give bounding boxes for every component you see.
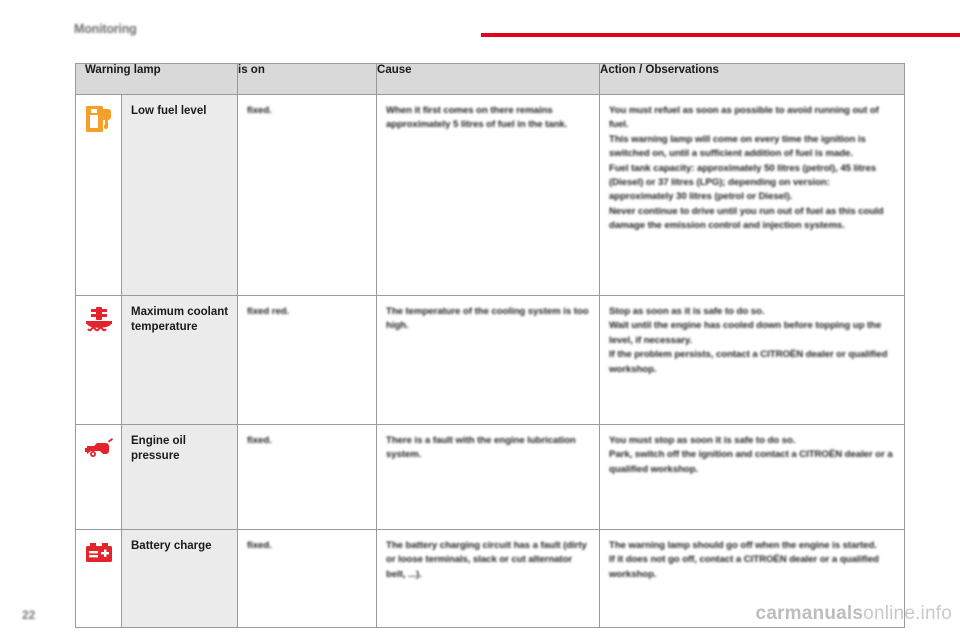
warning-lamp-cause: The battery charging circuit has a fault… xyxy=(376,529,601,628)
warning-lamp-name: Battery charge xyxy=(120,529,239,628)
cause-paragraph: When it first comes on there remains app… xyxy=(386,105,568,131)
battery-charge-icon xyxy=(82,539,116,569)
warning-lamp-action: You must refuel as soon as possible to a… xyxy=(599,94,906,296)
warning-lamp-cause: The temperature of the cooling system is… xyxy=(376,295,601,425)
warning-lamp-name: Low fuel level xyxy=(120,94,239,296)
cause-paragraph: There is a fault with the engine lubrica… xyxy=(386,435,576,461)
action-paragraph: This warning lamp will come on every tim… xyxy=(609,133,866,160)
cause-paragraph: The temperature of the cooling system is… xyxy=(386,306,589,332)
warning-lamp-is-on: fixed. xyxy=(237,94,378,296)
warning-lamp-cause: There is a fault with the engine lubrica… xyxy=(376,424,601,530)
warning-lamp-icon-cell xyxy=(75,295,122,425)
cause-paragraph: The battery charging circuit has a fault… xyxy=(386,540,587,580)
page-header: Monitoring xyxy=(0,0,960,48)
action-paragraph: If it does not go off, contact a CITROËN… xyxy=(609,554,879,580)
header-rule xyxy=(481,33,960,37)
is-on-text: fixed. xyxy=(247,105,272,116)
coolant-temperature-icon xyxy=(82,305,116,335)
site-watermark: carmanualsonline.info xyxy=(756,603,952,625)
action-paragraph: You must stop as soon it is safe to do s… xyxy=(609,435,796,446)
table-row: Maximum coolant temperature fixed red. T… xyxy=(75,295,906,425)
page-number: 22 xyxy=(22,608,36,622)
column-header-is-on: is on xyxy=(237,63,378,95)
warning-lamp-is-on: fixed red. xyxy=(237,295,378,425)
table-row: Engine oil pressure fixed. There is a fa… xyxy=(75,424,906,530)
is-on-text: fixed. xyxy=(247,540,272,551)
warning-lamp-action: You must stop as soon it is safe to do s… xyxy=(599,424,906,530)
warning-lamp-name: Maximum coolant temperature xyxy=(120,295,239,425)
is-on-text: fixed red. xyxy=(247,306,290,317)
table-header-row: Warning lamp is on Cause Action / Observ… xyxy=(74,63,906,95)
column-header-action: Action / Observations xyxy=(599,63,906,95)
column-header-cause: Cause xyxy=(376,63,601,95)
table-body: Low fuel level fixed. When it first come… xyxy=(75,94,906,628)
table-header: Warning lamp is on Cause Action / Observ… xyxy=(74,63,906,95)
watermark-prefix: carmanuals xyxy=(755,603,864,624)
warning-lamps-table: Warning lamp is on Cause Action / Observ… xyxy=(74,63,906,628)
warning-lamp-is-on: fixed. xyxy=(237,529,378,628)
action-paragraph: Never continue to drive until you run ou… xyxy=(609,205,884,232)
action-paragraph: The warning lamp should go off when the … xyxy=(609,540,877,551)
warning-lamp-icon-cell xyxy=(75,94,122,296)
section-title: Monitoring xyxy=(74,22,137,36)
warning-lamp-is-on: fixed. xyxy=(237,424,378,530)
warning-lamp-cause: When it first comes on there remains app… xyxy=(376,94,601,296)
low-fuel-level-icon xyxy=(82,104,116,134)
action-paragraph: You must refuel as soon as possible to a… xyxy=(609,105,879,131)
engine-oil-pressure-icon xyxy=(82,434,116,464)
warning-lamp-icon-cell xyxy=(75,424,122,530)
table-row: Low fuel level fixed. When it first come… xyxy=(75,94,906,296)
action-paragraph: Fuel tank capacity: approximately 50 lit… xyxy=(609,162,877,203)
action-paragraph: Park, switch off the ignition and contac… xyxy=(609,449,893,475)
warning-lamp-action: Stop as soon as it is safe to do so. Wai… xyxy=(599,295,906,425)
column-header-warning-lamp: Warning lamp xyxy=(74,63,239,95)
warning-lamp-icon-cell xyxy=(75,529,122,628)
is-on-text: fixed. xyxy=(247,435,272,446)
warning-lamp-name: Engine oil pressure xyxy=(120,424,239,530)
action-paragraph: Wait until the engine has cooled down be… xyxy=(609,320,882,346)
watermark-suffix: online.info xyxy=(863,603,952,624)
action-paragraph: If the problem persists, contact a CITRO… xyxy=(609,349,888,375)
action-paragraph: Stop as soon as it is safe to do so. xyxy=(609,306,765,317)
